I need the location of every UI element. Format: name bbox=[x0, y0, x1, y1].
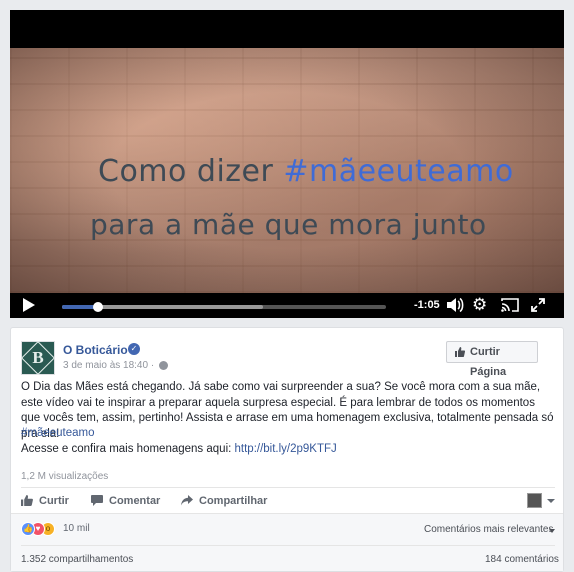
avatar bbox=[527, 493, 542, 508]
share-button[interactable]: Compartilhar bbox=[181, 494, 267, 508]
page-name-link[interactable]: O Boticário bbox=[63, 343, 128, 357]
like-reaction-icon[interactable]: 👍 bbox=[21, 522, 35, 536]
thumbs-up-icon bbox=[455, 347, 465, 357]
post-body: O Dia das Mães está chegando. Já sabe co… bbox=[21, 381, 554, 440]
chevron-down-icon bbox=[547, 499, 555, 503]
post-more-text: Acesse e confira mais homenagens aqui: bbox=[21, 443, 235, 455]
share-as-selector[interactable] bbox=[527, 493, 557, 509]
divider bbox=[21, 545, 555, 546]
cast-icon[interactable] bbox=[501, 298, 519, 312]
post-hashtag-link[interactable]: #mãeeuteamo bbox=[21, 427, 95, 439]
video-caption-hashtag: #mãeeuteamo bbox=[283, 154, 514, 189]
post-timestamp[interactable]: 3 de maio às 18:40 · bbox=[63, 360, 154, 371]
post-card: B O Boticário ✓ 3 de maio às 18:40 · Cur… bbox=[10, 327, 564, 572]
post-external-link[interactable]: http://bit.ly/2p9KTFJ bbox=[235, 443, 337, 455]
comments-filter-dropdown[interactable]: Comentários mais relevantes bbox=[424, 524, 554, 535]
video-caption-line1: Como dizer #mãeeuteamo bbox=[98, 154, 514, 189]
chevron-down-icon bbox=[549, 529, 555, 533]
like-button[interactable]: Curtir bbox=[21, 494, 69, 508]
shares-count[interactable]: 1.352 compartilhamentos bbox=[21, 554, 133, 565]
seek-handle[interactable] bbox=[92, 302, 103, 312]
share-label: Compartilhar bbox=[199, 495, 268, 507]
reactions-count[interactable]: 10 mil bbox=[63, 523, 90, 534]
reactions-bar: 👍 ♥ o 10 mil Comentários mais relevantes… bbox=[11, 513, 563, 571]
gear-icon[interactable]: ⚙ bbox=[472, 296, 487, 313]
post-more-line: Acesse e confira mais homenagens aqui: h… bbox=[21, 443, 337, 455]
comment-button[interactable]: Comentar bbox=[91, 494, 160, 508]
volume-icon[interactable] bbox=[446, 297, 464, 313]
play-icon[interactable] bbox=[22, 298, 36, 313]
like-label: Curtir bbox=[39, 495, 69, 507]
thumbs-up-icon bbox=[21, 495, 33, 506]
video-player[interactable]: Como dizer #mãeeuteamo para a mãe que mo… bbox=[10, 10, 564, 318]
fullscreen-icon[interactable] bbox=[531, 298, 545, 312]
page-avatar[interactable]: B bbox=[21, 341, 55, 375]
like-page-label: Curtir Página bbox=[470, 346, 507, 378]
avatar-logo-letter: B bbox=[32, 348, 44, 367]
verified-badge-icon: ✓ bbox=[128, 343, 140, 355]
comment-icon bbox=[91, 495, 103, 506]
video-controls: -1:05 ⚙ bbox=[10, 293, 564, 318]
share-icon bbox=[181, 495, 193, 506]
seek-bar[interactable] bbox=[62, 302, 386, 312]
comments-count[interactable]: 184 comentários bbox=[485, 554, 559, 565]
comment-label: Comentar bbox=[109, 495, 161, 507]
divider bbox=[21, 487, 555, 488]
globe-icon bbox=[159, 361, 168, 370]
time-remaining: -1:05 bbox=[414, 299, 440, 311]
view-count: 1,2 M visualizações bbox=[21, 471, 109, 482]
video-frame[interactable]: Como dizer #mãeeuteamo para a mãe que mo… bbox=[10, 48, 564, 293]
like-page-button[interactable]: Curtir Página bbox=[446, 341, 538, 378]
video-caption-line2: para a mãe que mora junto bbox=[90, 208, 487, 241]
